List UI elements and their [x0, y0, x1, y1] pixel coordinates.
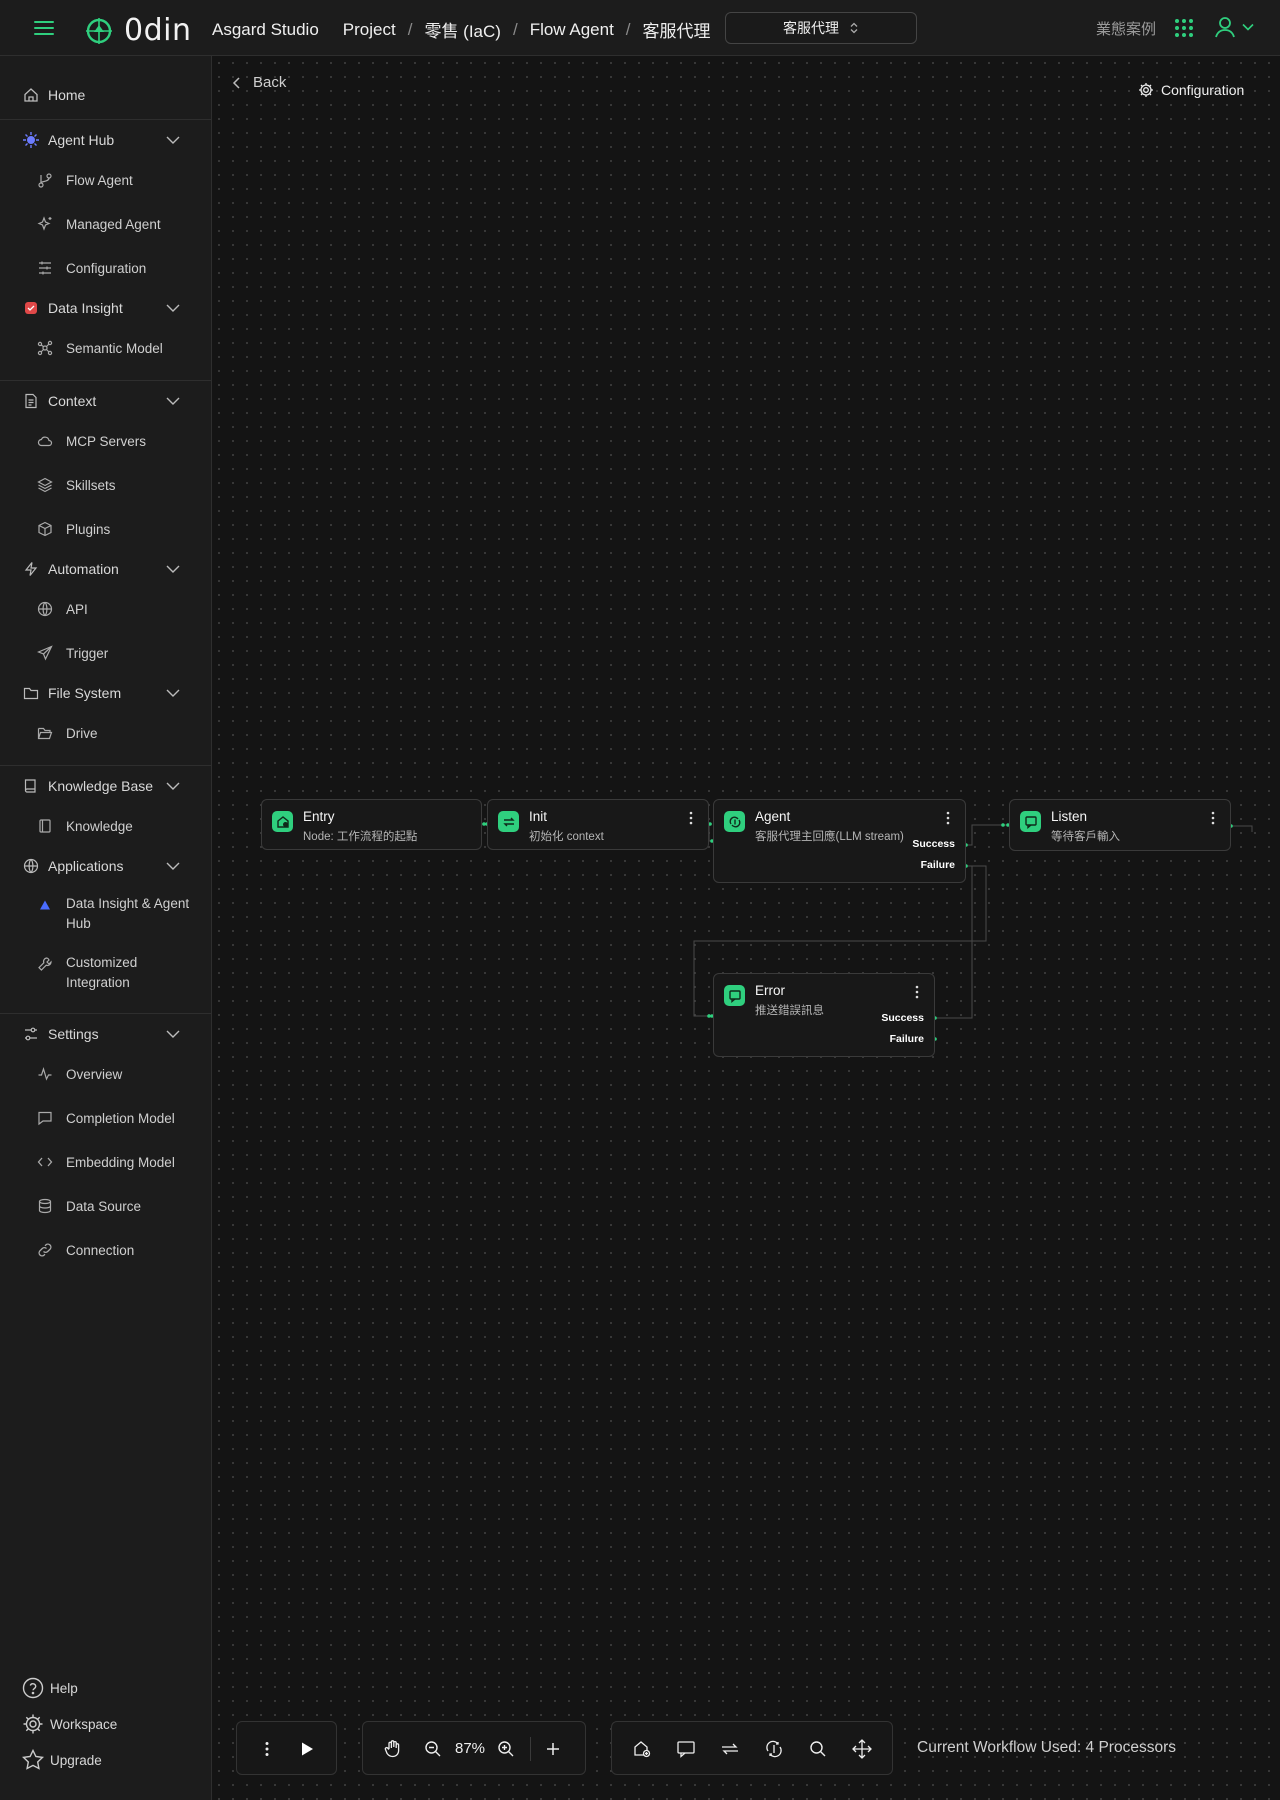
run-controls [236, 1721, 337, 1775]
output-label-success: Success [881, 1012, 924, 1024]
connector-agent-success-listen [966, 824, 1008, 846]
add-node-icon[interactable] [542, 1738, 564, 1760]
node-palette [611, 1721, 893, 1775]
zoom-controls: 87% [362, 1721, 586, 1775]
more-vertical-icon[interactable] [256, 1738, 278, 1760]
message-icon[interactable] [675, 1738, 697, 1760]
node-description: 客服代理主回應(LLM stream) [755, 831, 904, 843]
zoom-in-icon[interactable] [495, 1738, 517, 1760]
connector-lines [482, 822, 1253, 1041]
connector-listen-out [1231, 825, 1253, 832]
node-title: Error [755, 983, 785, 998]
toolbar-divider [530, 1737, 531, 1761]
message-icon [1020, 811, 1041, 832]
workflow-node-init[interactable]: Init 初始化 context [487, 799, 709, 850]
agent-icon [724, 811, 745, 832]
node-title: Agent [755, 809, 791, 824]
node-description: 初始化 context [529, 831, 604, 843]
more-vertical-icon[interactable] [688, 811, 694, 825]
node-description: 等待客戶輸入 [1051, 831, 1120, 843]
output-label-failure: Failure [920, 859, 955, 871]
node-title: Entry [303, 809, 335, 824]
play-icon[interactable] [296, 1738, 318, 1760]
entry-icon [272, 811, 293, 832]
connector-init-agent-2 [708, 824, 712, 842]
node-description: 推送錯誤訊息 [755, 1005, 824, 1017]
node-title: Listen [1051, 809, 1088, 824]
hand-pan-icon[interactable] [382, 1738, 404, 1760]
node-title: Init [529, 809, 548, 824]
connector-error-success [935, 866, 973, 1019]
agent-icon[interactable] [763, 1738, 785, 1760]
workflow-node-entry[interactable]: Entry Node: 工作流程的起點 [261, 799, 482, 850]
workflow-node-error[interactable]: Error 推送錯誤訊息 Success Failure [713, 973, 935, 1057]
more-vertical-icon[interactable] [1210, 811, 1216, 825]
zoom-out-icon[interactable] [422, 1738, 444, 1760]
workflow-node-listen[interactable]: Listen 等待客戶輸入 [1009, 799, 1231, 851]
more-vertical-icon[interactable] [945, 811, 951, 825]
search-icon[interactable] [807, 1738, 829, 1760]
output-label-success: Success [912, 838, 955, 850]
node-description: Node: 工作流程的起點 [303, 831, 418, 843]
more-vertical-icon[interactable] [914, 985, 920, 999]
workflow-status: Current Workflow Used: 4 Processors [917, 1739, 1176, 1756]
workflow-node-agent[interactable]: Agent 客服代理主回應(LLM stream) Success Failur… [713, 799, 966, 883]
transform-icon[interactable] [719, 1738, 741, 1760]
zoom-level: 87% [455, 1740, 486, 1757]
message-icon [724, 985, 745, 1006]
add-entry-icon[interactable] [631, 1738, 653, 1760]
move-arrows-icon[interactable] [851, 1738, 873, 1760]
transform-icon [498, 811, 519, 832]
port-dot [1001, 823, 1005, 827]
output-label-failure: Failure [889, 1033, 924, 1045]
